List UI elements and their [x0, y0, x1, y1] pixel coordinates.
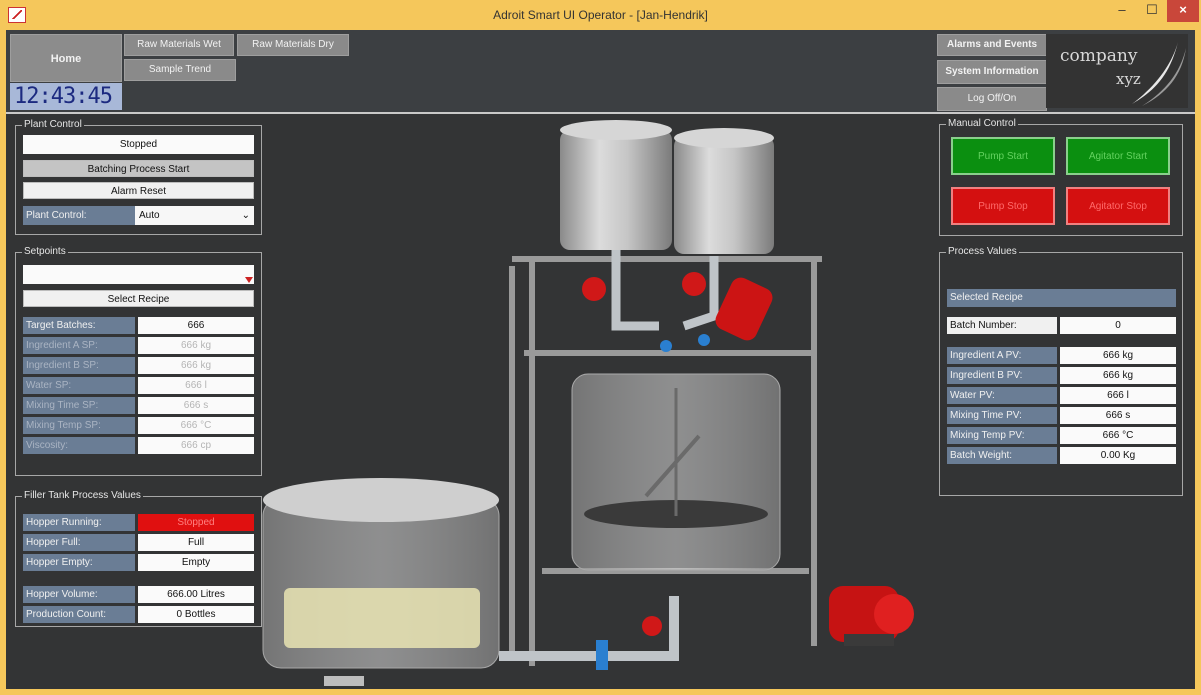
- fl-rows-value: 666.00 Litres: [138, 586, 254, 603]
- raw-materials-wet-button[interactable]: Raw Materials Wet: [124, 34, 234, 56]
- storage-tank-a: [560, 120, 672, 250]
- pv-rows-value: 0.00 Kg: [1060, 447, 1176, 464]
- pv-rows-value: 666 s: [1060, 407, 1176, 424]
- system-information-button[interactable]: System Information: [937, 60, 1047, 84]
- pv-rows-label: Ingredient B PV:: [947, 367, 1057, 384]
- filler-tank-panel: Filler Tank Process Values Hopper Runnin…: [15, 490, 262, 627]
- select-recipe-button[interactable]: Select Recipe: [23, 290, 254, 307]
- fl-rows-value: Stopped: [138, 514, 254, 531]
- sp-rows-label: Target Batches:: [23, 317, 135, 334]
- pv-rows-value: 666 kg: [1060, 367, 1176, 384]
- home-button[interactable]: Home: [10, 34, 122, 82]
- company-logo: company xyz: [1046, 34, 1188, 108]
- process-values-title: Process Values: [946, 246, 1019, 257]
- pv-rows-label: Batch Weight:: [947, 447, 1057, 464]
- sp-rows-value: 666: [138, 317, 254, 334]
- pump-stop-button[interactable]: Pump Stop: [951, 187, 1055, 225]
- batch-number-label: Batch Number:: [947, 317, 1057, 334]
- alarm-reset-button[interactable]: Alarm Reset: [23, 182, 254, 199]
- sp-rows-label: Viscosity:: [23, 437, 135, 454]
- sp-rows-value: 666 cp: [138, 437, 254, 454]
- maximize-button[interactable]: ☐: [1137, 0, 1167, 22]
- plant-status: Stopped: [23, 135, 254, 154]
- sp-rows-value: 666 l: [138, 377, 254, 394]
- navigation-bar: Home 12:43:45 Raw Materials Wet Raw Mate…: [6, 30, 1195, 114]
- batch-number-value: 0: [1060, 317, 1176, 334]
- sp-rows-value: 666 kg: [138, 337, 254, 354]
- pv-rows-value: 666 kg: [1060, 347, 1176, 364]
- transfer-pump: [829, 586, 914, 646]
- sp-rows-label: Ingredient B SP:: [23, 357, 135, 374]
- application-window: Adroit Smart UI Operator - [Jan-Hendrik]…: [0, 0, 1201, 695]
- sp-rows-label: Ingredient A SP:: [23, 337, 135, 354]
- valve-a-icon: [582, 277, 606, 301]
- fl-rows-label: Hopper Running:: [23, 514, 135, 531]
- pv-rows-value: 666 °C: [1060, 427, 1176, 444]
- fl-rows-label: Hopper Volume:: [23, 586, 135, 603]
- agitator-stop-button[interactable]: Agitator Stop: [1066, 187, 1170, 225]
- raw-materials-dry-button[interactable]: Raw Materials Dry: [237, 34, 349, 56]
- fl-rows-value: 0 Bottles: [138, 606, 254, 623]
- filler-tank: [262, 478, 500, 686]
- sp-rows-label: Water SP:: [23, 377, 135, 394]
- sp-rows-value: 666 s: [138, 397, 254, 414]
- pv-rows-label: Mixing Time PV:: [947, 407, 1057, 424]
- sp-rows-label: Mixing Time SP:: [23, 397, 135, 414]
- fl-rows-value: Empty: [138, 554, 254, 571]
- sample-trend-button[interactable]: Sample Trend: [124, 59, 236, 81]
- outlet-flow-meter-icon: [596, 640, 608, 670]
- plant-control-panel: Plant Control Stopped Batching Process S…: [15, 119, 262, 235]
- window-title: Adroit Smart UI Operator - [Jan-Hendrik]: [493, 8, 708, 22]
- logo-swoosh-icon: [1132, 42, 1186, 106]
- flow-meter-b-icon: [698, 334, 710, 346]
- sp-rows-value: 666 °C: [138, 417, 254, 434]
- flow-meter-a-icon: [660, 340, 672, 352]
- manual-control-panel: Manual Control Pump Start Agitator Start…: [939, 118, 1183, 236]
- dosing-pump-icon: [715, 277, 773, 341]
- recipe-input[interactable]: [23, 265, 254, 284]
- manual-control-title: Manual Control: [946, 118, 1018, 129]
- plant-control-mode-label: Plant Control:: [23, 206, 135, 225]
- filler-tank-title: Filler Tank Process Values: [22, 490, 143, 501]
- sp-rows-value: 666 kg: [138, 357, 254, 374]
- setpoints-panel: Setpoints Select Recipe Target Batches: 6…: [15, 246, 262, 476]
- batch-start-button[interactable]: Batching Process Start: [23, 160, 254, 177]
- pv-rows-label: Water PV:: [947, 387, 1057, 404]
- pv-rows-label: Mixing Temp PV:: [947, 427, 1057, 444]
- fl-rows-label: Hopper Full:: [23, 534, 135, 551]
- outlet-valve-icon: [642, 616, 662, 636]
- pv-rows-label: Ingredient A PV:: [947, 347, 1057, 364]
- dropdown-arrow-icon[interactable]: [244, 275, 254, 285]
- fl-rows-value: Full: [138, 534, 254, 551]
- sp-rows-label: Mixing Temp SP:: [23, 417, 135, 434]
- selected-recipe-label: Selected Recipe: [947, 289, 1176, 307]
- log-off-button[interactable]: Log Off/On: [937, 87, 1047, 111]
- pump-start-button[interactable]: Pump Start: [951, 137, 1055, 175]
- process-values-panel: Process Values Selected Recipe Batch Num…: [939, 246, 1183, 496]
- digital-clock: 12:43:45: [10, 83, 122, 110]
- client-area: Home 12:43:45 Raw Materials Wet Raw Mate…: [6, 30, 1195, 689]
- plant-control-mode-value: Auto: [139, 210, 160, 221]
- close-button[interactable]: ×: [1167, 0, 1199, 22]
- storage-tank-b: [674, 128, 774, 254]
- agitator-start-button[interactable]: Agitator Start: [1066, 137, 1170, 175]
- plant-control-title: Plant Control: [22, 119, 84, 130]
- process-scene: [262, 120, 914, 686]
- minimize-button[interactable]: –: [1107, 0, 1137, 22]
- valve-b-icon: [682, 272, 706, 296]
- title-bar[interactable]: Adroit Smart UI Operator - [Jan-Hendrik]…: [0, 0, 1201, 30]
- mixing-vessel: [571, 373, 781, 571]
- setpoints-title: Setpoints: [22, 246, 68, 257]
- chevron-down-icon: ⌄: [241, 210, 250, 221]
- plant-control-mode-select[interactable]: Auto ⌄: [135, 206, 254, 225]
- fl-rows-label: Hopper Empty:: [23, 554, 135, 571]
- pv-rows-value: 666 l: [1060, 387, 1176, 404]
- fl-rows-label: Production Count:: [23, 606, 135, 623]
- alarms-events-button[interactable]: Alarms and Events: [937, 34, 1047, 56]
